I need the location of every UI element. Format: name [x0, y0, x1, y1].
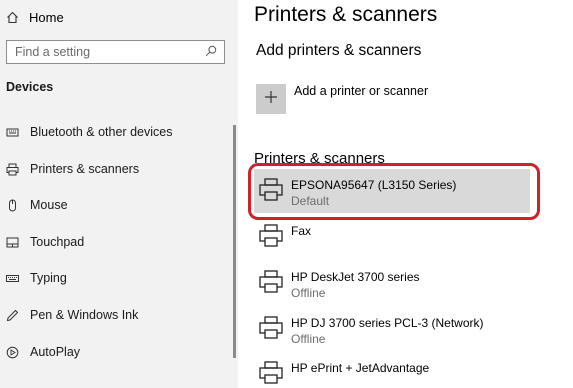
bluetooth-devices-icon — [6, 126, 19, 139]
autoplay-icon — [6, 346, 19, 359]
search-icon[interactable] — [205, 45, 217, 60]
sidebar-item-typing[interactable]: Typing — [6, 269, 67, 287]
search-field[interactable]: Find a setting — [6, 40, 225, 64]
sidebar-item-label: Pen & Windows Ink — [30, 308, 139, 322]
sidebar-item-touchpad[interactable]: Touchpad — [6, 233, 84, 251]
printer-name: Fax — [291, 224, 312, 238]
sidebar-item-pen[interactable]: Pen & Windows Ink — [6, 306, 138, 324]
section-title-devices: Devices — [6, 80, 54, 94]
pen-icon — [6, 309, 19, 322]
sidebar: Home Find a setting Devices Bluetooth & … — [0, 0, 238, 388]
add-printer-button[interactable] — [256, 84, 286, 114]
add-printer-label[interactable]: Add a printer or scanner — [294, 84, 428, 98]
sidebar-item-printers[interactable]: Printers & scanners — [6, 160, 139, 178]
printer-item-hp-eprint[interactable]: HP ePrint + JetAdvantage — [254, 352, 530, 388]
keyboard-icon — [6, 272, 19, 285]
sidebar-item-mouse[interactable]: Mouse — [6, 196, 68, 214]
printer-status: Offline — [291, 332, 326, 346]
home-label: Home — [29, 9, 64, 25]
search-placeholder: Find a setting — [15, 45, 91, 59]
printer-icon — [258, 223, 284, 249]
printer-item-hp-dj-pcl3[interactable]: HP DJ 3700 series PCL-3 (Network) Offlin… — [254, 307, 530, 351]
printer-icon — [6, 163, 19, 176]
home-link[interactable]: Home — [6, 8, 64, 26]
printer-icon — [258, 360, 284, 386]
mouse-icon — [6, 199, 19, 212]
sidebar-item-bluetooth[interactable]: Bluetooth & other devices — [6, 123, 172, 141]
printer-icon — [258, 315, 284, 341]
sidebar-item-label: Mouse — [30, 198, 68, 212]
printer-item-fax[interactable]: Fax — [254, 215, 530, 259]
sidebar-item-label: Typing — [30, 271, 67, 285]
printer-icon — [258, 269, 284, 295]
printer-name: HP DeskJet 3700 series — [291, 270, 420, 284]
sidebar-item-label: Printers & scanners — [30, 162, 140, 176]
printer-name: HP DJ 3700 series PCL-3 (Network) — [291, 316, 484, 330]
printer-status: Offline — [291, 286, 326, 300]
sidebar-item-label: Bluetooth & other devices — [30, 125, 173, 139]
home-icon — [6, 11, 19, 24]
printer-item-hp-deskjet[interactable]: HP DeskJet 3700 series Offline — [254, 261, 530, 305]
sidebar-item-label: AutoPlay — [30, 345, 81, 359]
printer-name: HP ePrint + JetAdvantage — [291, 361, 430, 375]
sidebar-item-label: Touchpad — [30, 235, 85, 249]
add-section-title: Add printers & scanners — [256, 42, 422, 59]
plus-icon — [264, 90, 278, 109]
touchpad-icon — [6, 236, 19, 249]
page-title: Printers & scanners — [254, 3, 438, 26]
sidebar-item-autoplay[interactable]: AutoPlay — [6, 343, 80, 361]
sidebar-scrollbar[interactable] — [233, 125, 236, 358]
highlight-annotation — [248, 163, 540, 220]
